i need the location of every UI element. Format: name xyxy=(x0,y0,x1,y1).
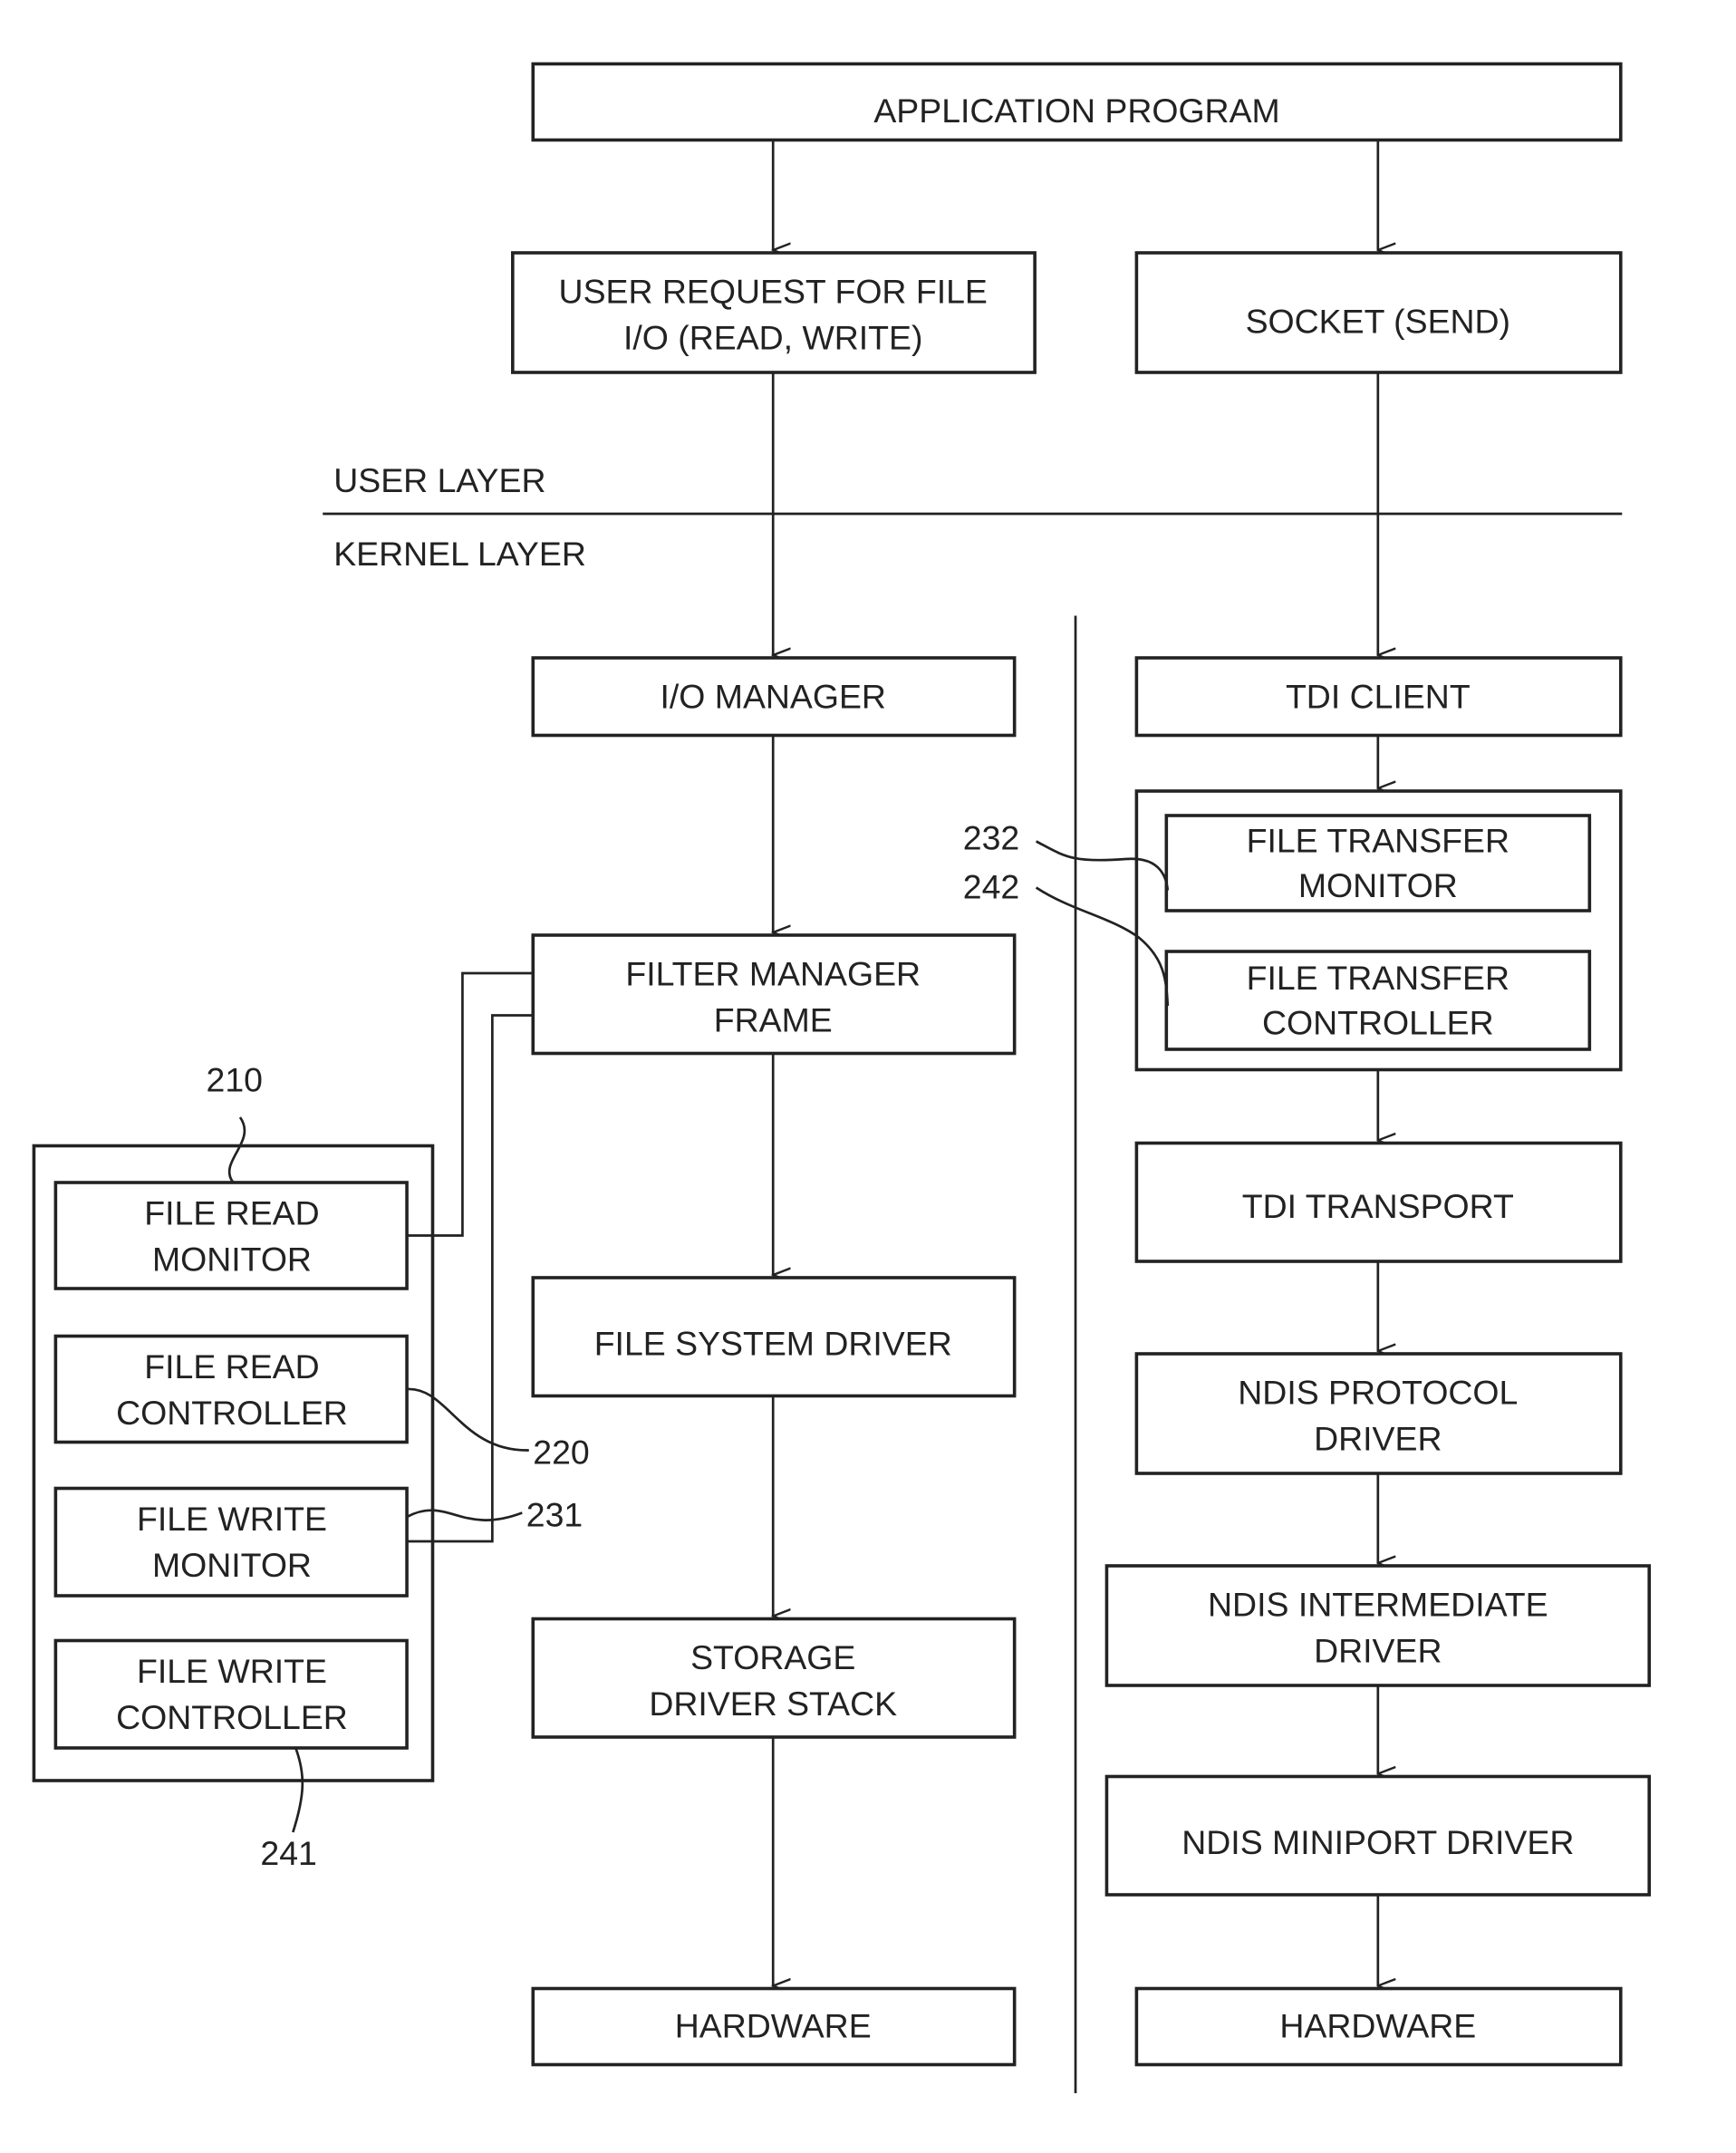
file-transfer-group-box: FILE TRANSFER MONITOR FILE TRANSFER CONT… xyxy=(1134,789,1623,1072)
box-label: USER REQUEST FOR FILE xyxy=(559,272,988,310)
box-label: NDIS PROTOCOL xyxy=(1238,1373,1518,1411)
box-label: HARDWARE xyxy=(1279,2006,1476,2044)
socket-send-box: SOCKET (SEND) xyxy=(1134,251,1623,374)
box-label: I/O MANAGER xyxy=(660,677,885,715)
hardware-right-box: HARDWARE xyxy=(1134,1986,1623,2067)
ndis-intermediate-driver-box: NDIS INTERMEDIATE DRIVER xyxy=(1104,1564,1651,1687)
ref-label-232: 232 xyxy=(963,818,1019,856)
box-label: FILE WRITE xyxy=(137,1500,327,1538)
file-system-driver-box: FILE SYSTEM DRIVER xyxy=(531,1276,1017,1398)
file-write-monitor-box: FILE WRITE MONITOR xyxy=(53,1486,409,1598)
hardware-left-box: HARDWARE xyxy=(531,1986,1017,2067)
box-label: FILE WRITE xyxy=(137,1652,327,1690)
application-program-box: APPLICATION PROGRAM xyxy=(531,62,1623,142)
box-label: TDI CLIENT xyxy=(1286,677,1471,715)
box-label: FILTER MANAGER xyxy=(625,954,921,992)
ref-label-241: 241 xyxy=(260,1834,316,1872)
box-label: CONTROLLER xyxy=(116,1698,348,1736)
box-label: DRIVER xyxy=(1314,1631,1442,1669)
box-label: I/O (READ, WRITE) xyxy=(623,318,922,356)
box-label: FILE READ xyxy=(144,1347,319,1385)
box-label: FILE SYSTEM DRIVER xyxy=(594,1324,952,1362)
tdi-transport-box: TDI TRANSPORT xyxy=(1134,1141,1623,1263)
box-label: MONITOR xyxy=(1298,866,1458,904)
box-label: CONTROLLER xyxy=(116,1394,348,1432)
architecture-diagram: USER LAYER KERNEL LAYER APPLICATION PROG… xyxy=(32,62,1651,2093)
ref-label-231: 231 xyxy=(526,1495,583,1533)
box-label: NDIS MINIPORT DRIVER xyxy=(1181,1823,1574,1861)
box-label: FILE TRANSFER xyxy=(1247,821,1509,859)
box-label: FILE TRANSFER xyxy=(1247,959,1509,997)
io-manager-box: I/O MANAGER xyxy=(531,656,1017,738)
file-write-controller-box: FILE WRITE CONTROLLER xyxy=(53,1638,409,1750)
box-label: FILE READ xyxy=(144,1193,319,1231)
file-read-monitor-box: FILE READ MONITOR xyxy=(53,1181,409,1290)
box-label: DRIVER xyxy=(1314,1419,1442,1457)
box-label: HARDWARE xyxy=(675,2006,872,2044)
file-transfer-controller-box: FILE TRANSFER CONTROLLER xyxy=(1164,950,1592,1051)
box-label: MONITOR xyxy=(152,1240,312,1278)
ref-label-220: 220 xyxy=(533,1433,589,1471)
box-label: SOCKET (SEND) xyxy=(1246,302,1510,340)
tdi-client-box: TDI CLIENT xyxy=(1134,656,1623,738)
box-label: FRAME xyxy=(714,1000,833,1038)
user-request-box: USER REQUEST FOR FILE I/O (READ, WRITE) xyxy=(511,251,1037,374)
file-read-controller-box: FILE READ CONTROLLER xyxy=(53,1334,409,1444)
box-label: STORAGE xyxy=(690,1638,855,1676)
file-module-group-box: FILE READ MONITOR FILE READ CONTROLLER F… xyxy=(32,1144,435,1782)
box-label: NDIS INTERMEDIATE xyxy=(1208,1585,1548,1623)
box-label: APPLICATION PROGRAM xyxy=(873,92,1279,130)
file-transfer-monitor-box: FILE TRANSFER MONITOR xyxy=(1164,814,1592,912)
ndis-miniport-driver-box: NDIS MINIPORT DRIVER xyxy=(1104,1774,1651,1897)
box-label: TDI TRANSPORT xyxy=(1242,1187,1514,1225)
ref-label-242: 242 xyxy=(963,867,1019,905)
filter-manager-frame-box: FILTER MANAGER FRAME xyxy=(531,933,1017,1056)
kernel-layer-label: KERNEL LAYER xyxy=(333,535,586,573)
box-label: CONTROLLER xyxy=(1262,1003,1494,1041)
ref-label-210: 210 xyxy=(207,1060,263,1098)
box-label: DRIVER STACK xyxy=(649,1685,897,1723)
user-layer-label: USER LAYER xyxy=(333,461,545,499)
ndis-protocol-driver-box: NDIS PROTOCOL DRIVER xyxy=(1134,1352,1623,1475)
box-label: MONITOR xyxy=(152,1546,312,1584)
storage-driver-stack-box: STORAGE DRIVER STACK xyxy=(531,1617,1017,1739)
